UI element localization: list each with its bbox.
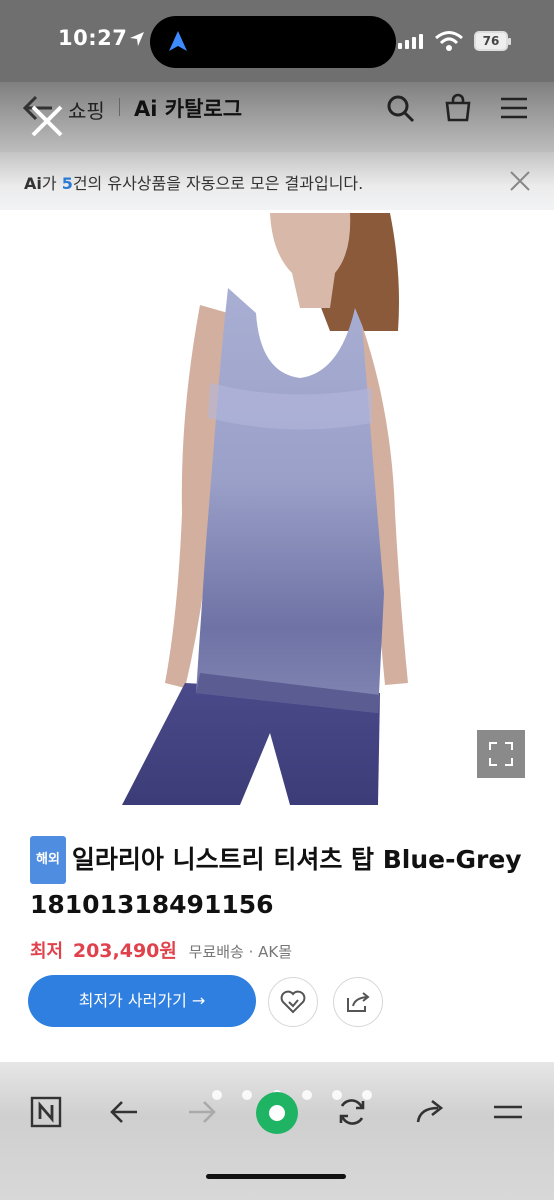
naver-home-icon[interactable]	[30, 1096, 62, 1128]
product-image[interactable]	[0, 213, 554, 805]
banner-text-part: 가	[41, 174, 62, 193]
product-title-text: 일라리아 니스트리 티셔츠 탑 Blue-Grey 18101318491156	[30, 845, 522, 919]
share-arrow-icon[interactable]	[414, 1096, 446, 1128]
search-icon[interactable]	[386, 94, 416, 124]
status-time: 10:27	[58, 26, 128, 50]
product-title[interactable]: 해외 일라리아 니스트리 티셔츠 탑 Blue-Grey 181013184911…	[30, 836, 530, 926]
like-icon	[280, 990, 306, 1014]
price-value: 203,490원	[72, 940, 177, 962]
browser-toolbar	[0, 1062, 554, 1200]
shipping-info: 무료배송 · AK몰	[188, 943, 293, 961]
signal-icon	[398, 34, 423, 49]
refresh-icon[interactable]	[336, 1096, 368, 1128]
wifi-icon	[435, 31, 463, 51]
banner-count: 5	[61, 174, 73, 193]
breadcrumb-shopping[interactable]: 쇼핑	[68, 95, 105, 124]
ai-info-banner: Ai가 5건의 유사상품을 자동으로 모은 결과입니다.	[0, 152, 554, 210]
banner-close-icon[interactable]	[509, 170, 531, 192]
hamburger-icon[interactable]	[492, 1096, 524, 1128]
expand-icon	[489, 742, 513, 766]
overseas-badge: 해외	[30, 836, 66, 884]
menu-icon[interactable]	[500, 96, 528, 120]
status-bar: 10:27 76	[0, 0, 554, 82]
product-info: 해외 일라리아 니스트리 티셔츠 탑 Blue-Grey 181013184911…	[30, 836, 530, 963]
like-button[interactable]	[268, 977, 318, 1027]
battery-indicator: 76	[474, 31, 511, 51]
banner-text: Ai가 5건의 유사상품을 자동으로 모은 결과입니다.	[24, 170, 363, 194]
location-icon	[130, 32, 144, 46]
product-photo	[122, 213, 408, 805]
navigation-icon	[169, 31, 187, 51]
banner-ai-label: Ai	[24, 174, 42, 193]
price-row: 최저 203,490원 무료배송 · AK몰	[30, 936, 530, 963]
dynamic-island	[150, 16, 396, 68]
home-indicator	[206, 1174, 346, 1179]
share-button[interactable]	[333, 977, 383, 1027]
buy-lowest-price-button[interactable]: 최저가 사러가기 →	[28, 975, 256, 1027]
close-icon[interactable]	[30, 104, 64, 138]
page-title: Ai 카탈로그	[134, 97, 243, 121]
shopping-bag-icon[interactable]	[443, 93, 473, 123]
share-icon	[347, 992, 370, 1012]
app-header: 쇼핑 Ai 카탈로그	[0, 82, 554, 152]
arrow-right-icon[interactable]	[186, 1096, 218, 1128]
price-label: 최저	[30, 941, 64, 962]
expand-image-button[interactable]	[477, 730, 525, 778]
screen: 10:27 76 쇼핑 Ai 카탈로그 Ai가 5건의 유사상품을 자동으로 모…	[0, 0, 554, 1200]
breadcrumb-divider	[119, 98, 120, 116]
arrow-left-icon[interactable]	[108, 1096, 140, 1128]
banner-text-suffix: 건의 유사상품을 자동으로 모은 결과입니다.	[72, 174, 364, 193]
green-dot-icon[interactable]	[254, 1090, 300, 1136]
